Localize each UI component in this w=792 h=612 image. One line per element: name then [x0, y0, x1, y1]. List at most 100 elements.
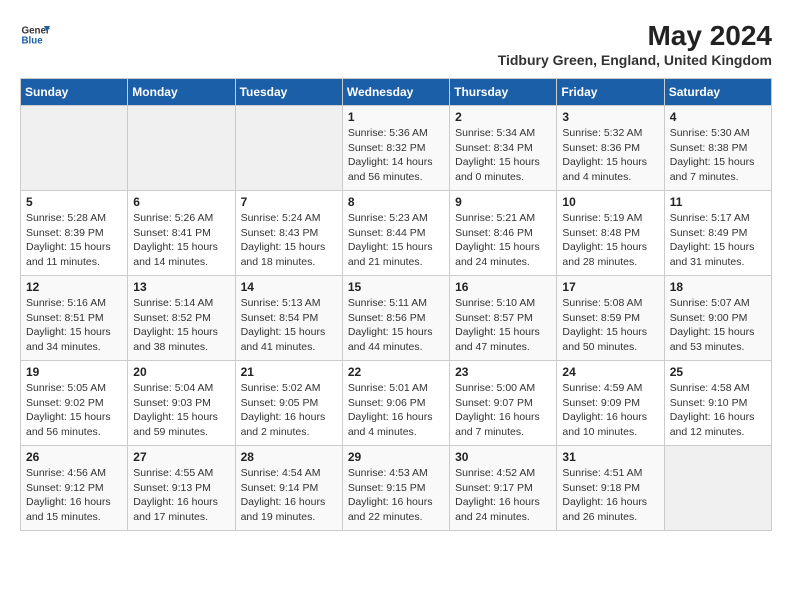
calendar-cell: 27 Sunrise: 4:55 AM Sunset: 9:13 PM Dayli… — [128, 446, 235, 531]
calendar-cell: 18Sunrise: 5:07 AM Sunset: 9:00 PM Dayli… — [664, 276, 771, 361]
day-info: Sunrise: 5:14 AM Sunset: 8:52 PM Dayligh… — [133, 296, 229, 355]
day-info: Sunrise: 4:51 AM Sunset: 9:18 PM Dayligh… — [562, 466, 658, 525]
day-number: 27 — [133, 450, 229, 464]
column-header-friday: Friday — [557, 79, 664, 106]
day-info: Sunrise: 5:36 AM Sunset: 8:32 PM Dayligh… — [348, 126, 444, 185]
day-info: Sunrise: 5:17 AM Sunset: 8:49 PM Dayligh… — [670, 211, 766, 270]
day-info: Sunrise: 4:54 AM Sunset: 9:14 PM Dayligh… — [241, 466, 337, 525]
calendar-table: SundayMondayTuesdayWednesdayThursdayFrid… — [20, 78, 772, 531]
day-number: 16 — [455, 280, 551, 294]
calendar-cell: 28 Sunrise: 4:54 AM Sunset: 9:14 PM Dayli… — [235, 446, 342, 531]
day-info: Sunrise: 5:00 AM Sunset: 9:07 PM Dayligh… — [455, 381, 551, 440]
day-number: 30 — [455, 450, 551, 464]
calendar-cell: 26Sunrise: 4:56 AM Sunset: 9:12 PM Dayli… — [21, 446, 128, 531]
calendar-cell: 16 Sunrise: 5:10 AM Sunset: 8:57 PM Dayli… — [450, 276, 557, 361]
day-info: Sunrise: 5:32 AM Sunset: 8:36 PM Dayligh… — [562, 126, 658, 185]
calendar-cell: 3 Sunrise: 5:32 AM Sunset: 8:36 PM Daylig… — [557, 106, 664, 191]
calendar-cell: 23 Sunrise: 5:00 AM Sunset: 9:07 PM Dayli… — [450, 361, 557, 446]
calendar-cell: 14Sunrise: 5:13 AM Sunset: 8:54 PM Dayli… — [235, 276, 342, 361]
day-number: 9 — [455, 195, 551, 209]
day-info: Sunrise: 5:04 AM Sunset: 9:03 PM Dayligh… — [133, 381, 229, 440]
day-number: 4 — [670, 110, 766, 124]
day-info: Sunrise: 5:24 AM Sunset: 8:43 PM Dayligh… — [241, 211, 337, 270]
day-info: Sunrise: 5:10 AM Sunset: 8:57 PM Dayligh… — [455, 296, 551, 355]
day-info: Sunrise: 5:01 AM Sunset: 9:06 PM Dayligh… — [348, 381, 444, 440]
day-number: 10 — [562, 195, 658, 209]
day-number: 14 — [241, 280, 337, 294]
calendar-cell: 8 Sunrise: 5:23 AM Sunset: 8:44 PM Daylig… — [342, 191, 449, 276]
week-row-4: 19 Sunrise: 5:05 AM Sunset: 9:02 PM Dayli… — [21, 361, 772, 446]
day-number: 24 — [562, 365, 658, 379]
day-info: Sunrise: 4:53 AM Sunset: 9:15 PM Dayligh… — [348, 466, 444, 525]
calendar-cell — [235, 106, 342, 191]
day-number: 22 — [348, 365, 444, 379]
day-number: 31 — [562, 450, 658, 464]
day-number: 25 — [670, 365, 766, 379]
calendar-cell: 4 Sunrise: 5:30 AM Sunset: 8:38 PM Daylig… — [664, 106, 771, 191]
day-info: Sunrise: 5:28 AM Sunset: 8:39 PM Dayligh… — [26, 211, 122, 270]
calendar-cell: 20 Sunrise: 5:04 AM Sunset: 9:03 PM Dayli… — [128, 361, 235, 446]
calendar-cell: 12 Sunrise: 5:16 AM Sunset: 8:51 PM Dayli… — [21, 276, 128, 361]
day-info: Sunrise: 5:23 AM Sunset: 8:44 PM Dayligh… — [348, 211, 444, 270]
day-number: 12 — [26, 280, 122, 294]
calendar-cell — [21, 106, 128, 191]
day-info: Sunrise: 5:26 AM Sunset: 8:41 PM Dayligh… — [133, 211, 229, 270]
day-number: 26 — [26, 450, 122, 464]
column-header-monday: Monday — [128, 79, 235, 106]
day-number: 13 — [133, 280, 229, 294]
svg-text:Blue: Blue — [22, 35, 44, 46]
calendar-cell: 22 Sunrise: 5:01 AM Sunset: 9:06 PM Dayli… — [342, 361, 449, 446]
calendar-cell: 17Sunrise: 5:08 AM Sunset: 8:59 PM Dayli… — [557, 276, 664, 361]
day-number: 5 — [26, 195, 122, 209]
day-info: Sunrise: 5:21 AM Sunset: 8:46 PM Dayligh… — [455, 211, 551, 270]
day-number: 19 — [26, 365, 122, 379]
calendar-cell: 2Sunrise: 5:34 AM Sunset: 8:34 PM Daylig… — [450, 106, 557, 191]
calendar-cell: 21Sunrise: 5:02 AM Sunset: 9:05 PM Dayli… — [235, 361, 342, 446]
day-number: 3 — [562, 110, 658, 124]
calendar-cell: 6 Sunrise: 5:26 AM Sunset: 8:41 PM Daylig… — [128, 191, 235, 276]
day-info: Sunrise: 4:52 AM Sunset: 9:17 PM Dayligh… — [455, 466, 551, 525]
day-number: 17 — [562, 280, 658, 294]
day-info: Sunrise: 4:58 AM Sunset: 9:10 PM Dayligh… — [670, 381, 766, 440]
day-info: Sunrise: 5:16 AM Sunset: 8:51 PM Dayligh… — [26, 296, 122, 355]
day-number: 29 — [348, 450, 444, 464]
calendar-cell: 31 Sunrise: 4:51 AM Sunset: 9:18 PM Dayli… — [557, 446, 664, 531]
day-number: 6 — [133, 195, 229, 209]
calendar-cell: 24 Sunrise: 4:59 AM Sunset: 9:09 PM Dayli… — [557, 361, 664, 446]
day-number: 28 — [241, 450, 337, 464]
header-row: SundayMondayTuesdayWednesdayThursdayFrid… — [21, 79, 772, 106]
logo: General Blue — [20, 20, 50, 50]
calendar-cell: 11 Sunrise: 5:17 AM Sunset: 8:49 PM Dayli… — [664, 191, 771, 276]
column-header-thursday: Thursday — [450, 79, 557, 106]
week-row-5: 26Sunrise: 4:56 AM Sunset: 9:12 PM Dayli… — [21, 446, 772, 531]
day-info: Sunrise: 4:55 AM Sunset: 9:13 PM Dayligh… — [133, 466, 229, 525]
calendar-cell — [128, 106, 235, 191]
calendar-cell: 30 Sunrise: 4:52 AM Sunset: 9:17 PM Dayli… — [450, 446, 557, 531]
calendar-cell — [664, 446, 771, 531]
day-number: 15 — [348, 280, 444, 294]
calendar-cell: 5 Sunrise: 5:28 AM Sunset: 8:39 PM Daylig… — [21, 191, 128, 276]
main-title: May 2024 — [498, 20, 772, 52]
week-row-2: 5 Sunrise: 5:28 AM Sunset: 8:39 PM Daylig… — [21, 191, 772, 276]
day-info: Sunrise: 5:19 AM Sunset: 8:48 PM Dayligh… — [562, 211, 658, 270]
day-number: 7 — [241, 195, 337, 209]
week-row-1: 1Sunrise: 5:36 AM Sunset: 8:32 PM Daylig… — [21, 106, 772, 191]
week-row-3: 12 Sunrise: 5:16 AM Sunset: 8:51 PM Dayli… — [21, 276, 772, 361]
day-number: 2 — [455, 110, 551, 124]
calendar-cell: 29 Sunrise: 4:53 AM Sunset: 9:15 PM Dayli… — [342, 446, 449, 531]
day-info: Sunrise: 5:30 AM Sunset: 8:38 PM Dayligh… — [670, 126, 766, 185]
title-block: May 2024 Tidbury Green, England, United … — [498, 20, 772, 68]
day-number: 23 — [455, 365, 551, 379]
day-info: Sunrise: 4:59 AM Sunset: 9:09 PM Dayligh… — [562, 381, 658, 440]
column-header-sunday: Sunday — [21, 79, 128, 106]
day-number: 8 — [348, 195, 444, 209]
column-header-tuesday: Tuesday — [235, 79, 342, 106]
day-info: Sunrise: 5:05 AM Sunset: 9:02 PM Dayligh… — [26, 381, 122, 440]
calendar-cell: 15Sunrise: 5:11 AM Sunset: 8:56 PM Dayli… — [342, 276, 449, 361]
day-info: Sunrise: 5:07 AM Sunset: 9:00 PM Dayligh… — [670, 296, 766, 355]
day-info: Sunrise: 5:02 AM Sunset: 9:05 PM Dayligh… — [241, 381, 337, 440]
day-number: 11 — [670, 195, 766, 209]
day-number: 20 — [133, 365, 229, 379]
calendar-cell: 1Sunrise: 5:36 AM Sunset: 8:32 PM Daylig… — [342, 106, 449, 191]
calendar-cell: 19 Sunrise: 5:05 AM Sunset: 9:02 PM Dayli… — [21, 361, 128, 446]
